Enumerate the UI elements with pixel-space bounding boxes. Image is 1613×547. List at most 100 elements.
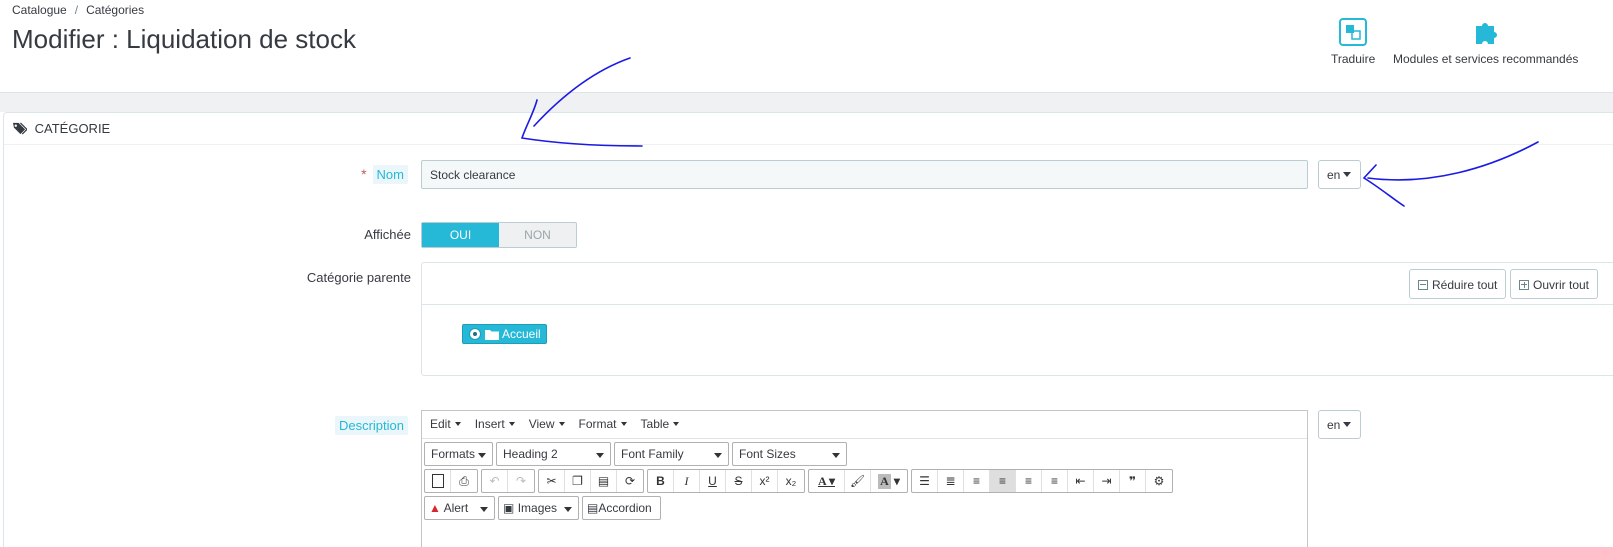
underline-icon[interactable]: U [700, 470, 726, 492]
tree-node-home[interactable]: Accueil [462, 324, 547, 344]
name-input[interactable] [421, 160, 1308, 189]
redo-icon[interactable]: ↷ [508, 470, 534, 492]
editor-format-toolbar: Formats Heading 2 Font Family Font Sizes [424, 442, 847, 466]
font-sizes-select[interactable]: Font Sizes [732, 442, 847, 466]
images-dropdown[interactable]: ▣ Images [498, 496, 579, 520]
header-divider [0, 92, 1613, 112]
editor-menubar: Edit Insert View Format Table [422, 411, 1307, 439]
caret-down-icon [454, 422, 461, 426]
paste-icon[interactable]: ▤ [591, 470, 617, 492]
collapse-all-button[interactable]: Réduire tout [1409, 269, 1507, 299]
editor-icon-toolbar: ⎙ ↶ ↷ ✂ ❐ ▤ ⟳ B I U S x² x₂ A ▾ 🖌 A ▾ ☰ … [424, 469, 1173, 493]
undo-icon[interactable]: ↶ [482, 470, 508, 492]
brush-icon[interactable]: 🖌 [845, 470, 871, 492]
menu-insert[interactable]: Insert [475, 417, 515, 438]
history-group: ↶ ↷ [481, 469, 535, 493]
strikethrough-icon[interactable]: S [726, 470, 752, 492]
refresh-icon[interactable]: ⟳ [617, 470, 643, 492]
block-format-select[interactable]: Heading 2 [496, 442, 611, 466]
italic-icon[interactable]: I [674, 470, 700, 492]
displayed-yes-option[interactable]: OUI [422, 223, 499, 247]
tree-node-home-label: Accueil [502, 327, 541, 341]
menu-format-label: Format [578, 417, 617, 431]
translate-button[interactable]: Traduire [1331, 18, 1375, 66]
modules-button[interactable]: Modules et services recommandés [1393, 18, 1578, 66]
editor-plugin-toolbar: ▲ Alert ▣ Images ▤Accordion [424, 496, 661, 520]
numbered-list-icon[interactable]: ≣ [938, 470, 964, 492]
accordion-button[interactable]: ▤Accordion [582, 496, 661, 520]
translate-label: Traduire [1331, 52, 1376, 66]
category-tree: Réduire tout Ouvrir tout Accueil [421, 262, 1613, 376]
align-left-icon[interactable]: ≡ [964, 470, 990, 492]
menu-insert-label: Insert [474, 417, 505, 431]
menu-view-label: View [528, 417, 555, 431]
caret-down-icon [832, 453, 840, 458]
displayed-no-option[interactable]: NON [499, 223, 576, 247]
caret-down-icon [596, 453, 604, 458]
font-family-select[interactable]: Font Family [614, 442, 729, 466]
superscript-icon[interactable]: x² [752, 470, 778, 492]
alert-dropdown[interactable]: ▲ Alert [424, 496, 495, 520]
caret-down-icon [1343, 172, 1352, 177]
image-icon: ▣ [503, 501, 515, 515]
print-icon[interactable]: ⎙ [451, 470, 477, 492]
bold-icon[interactable]: B [648, 470, 674, 492]
expand-all-button[interactable]: Ouvrir tout [1510, 269, 1599, 299]
collapse-all-label: Réduire tout [1432, 278, 1498, 292]
description-language-dropdown[interactable]: en [1318, 410, 1361, 439]
caret-down-icon [508, 422, 515, 426]
align-center-icon[interactable]: ≡ [990, 470, 1016, 492]
menu-view[interactable]: View [529, 417, 565, 438]
menu-edit[interactable]: Edit [430, 417, 461, 438]
copy-icon[interactable]: ❐ [565, 470, 591, 492]
images-label: Images [517, 501, 558, 515]
caret-down-icon [564, 507, 572, 512]
menu-edit-label: Edit [430, 417, 451, 431]
expand-icon [1519, 280, 1529, 290]
required-marker: * [361, 166, 367, 182]
text-color-icon[interactable]: A ▾ [809, 470, 845, 492]
accordion-label: Accordion [598, 501, 652, 515]
subscript-icon[interactable]: x₂ [778, 470, 804, 492]
radio-selected-icon[interactable] [469, 328, 481, 340]
menu-format[interactable]: Format [579, 417, 627, 438]
breadcrumb-catalogue[interactable]: Catalogue [12, 3, 67, 17]
tree-toolbar: Réduire tout Ouvrir tout [422, 263, 1613, 305]
accordion-icon: ▤ [587, 501, 599, 515]
breadcrumb-categories[interactable]: Catégories [86, 3, 144, 17]
tags-icon [13, 122, 27, 135]
list-align-group: ☰ ≣ ≡ ≡ ≡ ≡ ⇤ ⇥ ❞ ⚙ [911, 469, 1173, 493]
displayed-switch[interactable]: OUI NON [421, 222, 577, 248]
name-language-dropdown[interactable]: en [1318, 160, 1361, 189]
new-document-icon[interactable] [425, 470, 451, 492]
folder-icon [485, 329, 499, 340]
puzzle-icon [1476, 23, 1497, 44]
background-color-icon[interactable]: A ▾ [871, 470, 907, 492]
panel-heading-text: CATÉGORIE [34, 121, 111, 136]
formats-select[interactable]: Formats [424, 442, 493, 466]
outdent-icon[interactable]: ⇤ [1068, 470, 1094, 492]
name-label-text[interactable]: Nom [372, 165, 408, 184]
align-justify-icon[interactable]: ≡ [1042, 470, 1068, 492]
font-family-label: Font Family [621, 447, 684, 461]
indent-icon[interactable]: ⇥ [1094, 470, 1120, 492]
parent-category-label: Catégorie parente [306, 270, 411, 285]
blockquote-icon[interactable]: ❞ [1120, 470, 1146, 492]
collapse-icon [1418, 280, 1428, 290]
caret-down-icon [1343, 422, 1352, 427]
caret-down-icon [673, 422, 680, 426]
panel-heading: CATÉGORIE [4, 113, 1613, 145]
rich-text-editor: Edit Insert View Format Table Formats He… [421, 410, 1308, 547]
description-label: Description [300, 416, 408, 435]
caret-down-icon [620, 422, 627, 426]
caret-down-icon [714, 453, 722, 458]
warning-icon: ▲ [429, 501, 441, 515]
align-right-icon[interactable]: ≡ [1016, 470, 1042, 492]
description-label-text[interactable]: Description [334, 416, 408, 435]
bullet-list-icon[interactable]: ☰ [912, 470, 938, 492]
name-language-value: en [1327, 168, 1341, 182]
description-language-value: en [1327, 418, 1341, 432]
cut-icon[interactable]: ✂ [539, 470, 565, 492]
menu-table[interactable]: Table [641, 417, 680, 438]
settings-gear-icon[interactable]: ⚙ [1146, 470, 1172, 492]
